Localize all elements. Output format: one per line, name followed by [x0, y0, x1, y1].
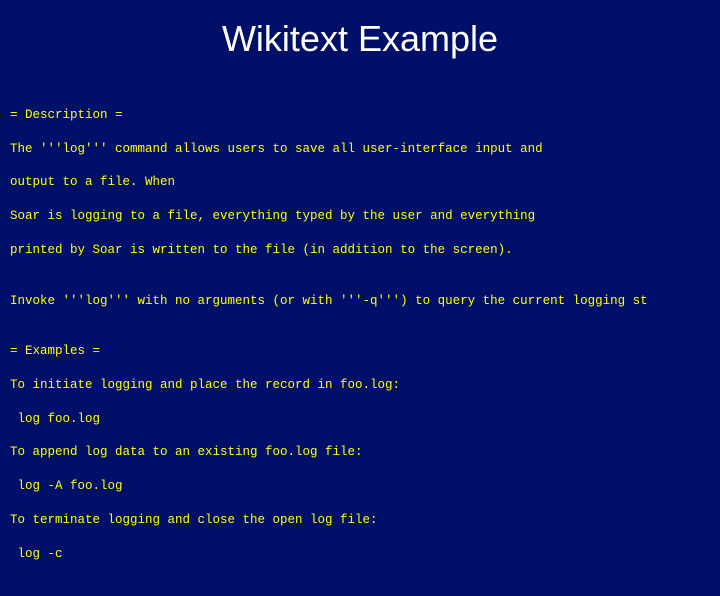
wikitext-line: To initiate logging and place the record… [10, 377, 720, 394]
wikitext-line: log -A foo.log [10, 478, 720, 495]
wikitext-line: Invoke '''log''' with no arguments (or w… [10, 293, 720, 310]
wikitext-line: log foo.log [10, 411, 720, 428]
wikitext-line: = Description = [10, 107, 720, 124]
wikitext-line: output to a file. When [10, 174, 720, 191]
wikitext-line: printed by Soar is written to the file (… [10, 242, 720, 259]
wikitext-line: The '''log''' command allows users to sa… [10, 141, 720, 158]
slide-container: Wikitext Example = Description = The '''… [0, 0, 720, 540]
page-title: Wikitext Example [0, 18, 720, 60]
wikitext-content: = Description = The '''log''' command al… [0, 90, 720, 596]
wikitext-line: log -c [10, 546, 720, 563]
wikitext-line: Soar is logging to a file, everything ty… [10, 208, 720, 225]
wikitext-line: To terminate logging and close the open … [10, 512, 720, 529]
wikitext-line: To append log data to an existing foo.lo… [10, 444, 720, 461]
wikitext-line: = Examples = [10, 343, 720, 360]
